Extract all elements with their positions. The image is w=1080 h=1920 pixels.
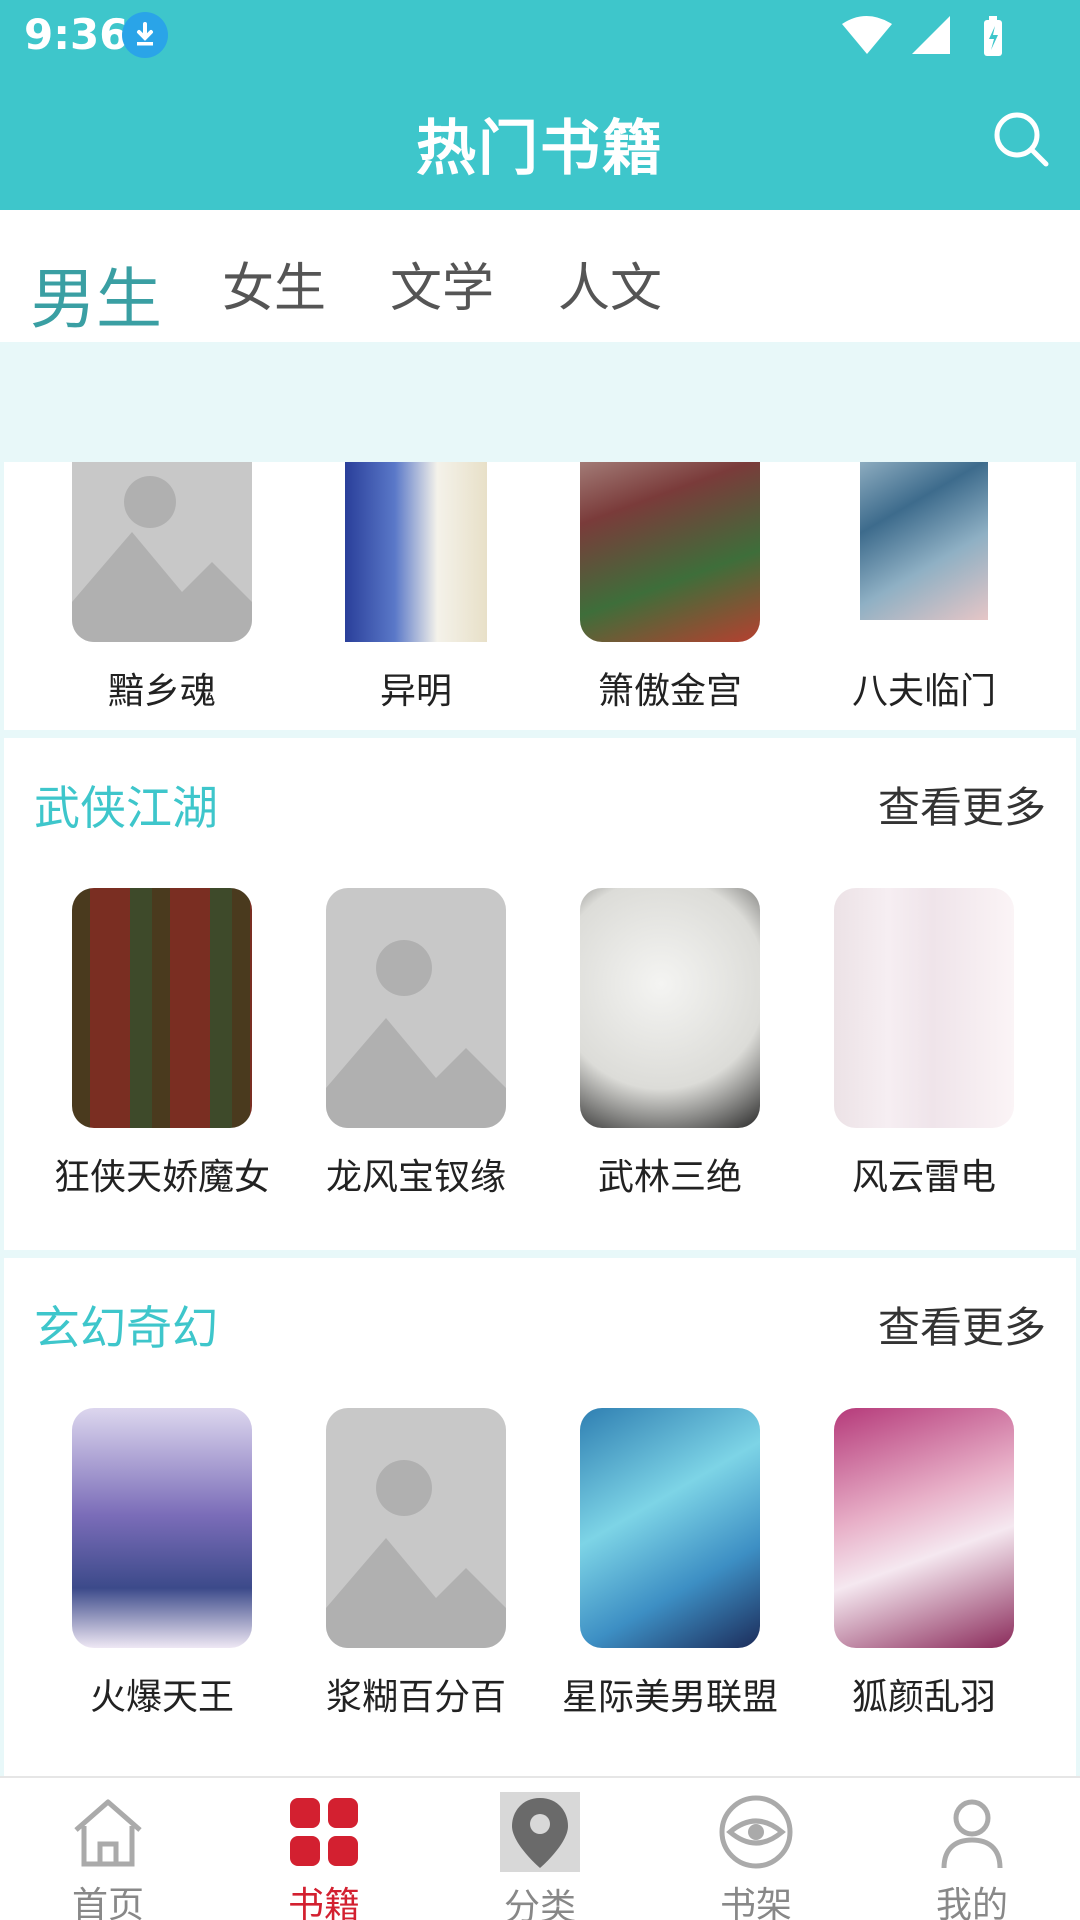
book-cover-placeholder — [72, 462, 252, 642]
nav-profile[interactable]: 我的 — [902, 1792, 1042, 1920]
nav-label: 首页 — [71, 1885, 144, 1920]
user-icon — [941, 1799, 1003, 1869]
book-section-1: 黯乡魂 异明 箫傲金宫 八夫临门 — [4, 462, 1076, 730]
book-item[interactable]: 武林三绝 — [540, 888, 800, 1200]
book-item[interactable]: 狂侠天娇魔女 — [32, 888, 292, 1200]
book-cover — [580, 462, 760, 642]
search-button[interactable] — [990, 108, 1054, 172]
home-icon — [74, 1799, 142, 1867]
bottom-navigation: 首页 书籍 分类 书架 我的 — [0, 1776, 1080, 1920]
book-cover — [834, 888, 1014, 1128]
grid-icon — [290, 1798, 358, 1866]
search-icon — [994, 112, 1049, 167]
nav-label: 我的 — [935, 1885, 1008, 1920]
eye-icon — [719, 1795, 793, 1869]
app-header: 9:36 热门书籍 — [0, 0, 1080, 210]
book-item[interactable]: 风云雷电 — [794, 888, 1054, 1200]
book-title: 武林三绝 — [597, 1157, 742, 1198]
book-item[interactable]: 狐颜乱羽 — [794, 1408, 1054, 1720]
tab-male[interactable]: 男生 — [30, 246, 162, 342]
book-cover — [345, 462, 487, 642]
book-title: 异明 — [379, 671, 452, 712]
book-item[interactable]: 火爆天王 — [32, 1408, 292, 1720]
banner-area — [0, 342, 1080, 462]
book-section-fantasy: 玄幻奇幻 查看更多 火爆天王 浆糊百分百 星际美男联盟 狐颜乱羽 — [4, 1258, 1076, 1776]
book-title: 浆糊百分百 — [325, 1677, 506, 1718]
book-title: 箫傲金宫 — [597, 671, 742, 712]
book-title: 黯乡魂 — [107, 671, 216, 712]
book-item[interactable]: 黯乡魂 — [32, 462, 292, 714]
book-cover — [580, 1408, 760, 1648]
book-cover — [834, 1408, 1014, 1648]
nav-category[interactable]: 分类 — [470, 1792, 610, 1920]
tab-humanities[interactable]: 人文 — [558, 246, 662, 321]
tab-female[interactable]: 女生 — [222, 246, 326, 321]
book-title: 狂侠天娇魔女 — [53, 1157, 270, 1198]
book-cover — [72, 888, 252, 1128]
nav-label: 分类 — [503, 1887, 576, 1920]
status-time: 9:36 — [24, 10, 129, 59]
nav-home[interactable]: 首页 — [38, 1792, 178, 1920]
book-item[interactable]: 异明 — [286, 462, 546, 714]
view-more-link[interactable]: 查看更多 — [878, 1294, 1046, 1355]
book-item[interactable]: 龙风宝钗缘 — [286, 888, 546, 1200]
book-item[interactable]: 浆糊百分百 — [286, 1408, 546, 1720]
page-title: 热门书籍 — [416, 114, 664, 184]
signal-icon — [912, 16, 950, 54]
book-cover — [580, 888, 760, 1128]
status-bar: 9:36 — [0, 0, 1080, 72]
book-title: 星际美男联盟 — [561, 1677, 778, 1718]
download-icon — [122, 12, 168, 58]
book-title: 八夫临门 — [851, 671, 996, 712]
section-title: 武侠江湖 — [34, 781, 218, 835]
book-cover — [860, 462, 988, 620]
status-icons — [842, 16, 1002, 56]
category-tabs: 男生 女生 文学 人文 — [0, 210, 1080, 342]
book-section-wuxia: 武侠江湖 查看更多 狂侠天娇魔女 龙风宝钗缘 武林三绝 风云雷电 — [4, 738, 1076, 1250]
book-title: 风云雷电 — [851, 1157, 996, 1198]
book-cover-placeholder — [326, 888, 506, 1128]
book-title: 龙风宝钗缘 — [325, 1157, 506, 1198]
section-title: 玄幻奇幻 — [34, 1301, 218, 1355]
book-cover — [72, 1408, 252, 1648]
book-title: 狐颜乱羽 — [851, 1677, 996, 1718]
nav-bookshelf[interactable]: 书架 — [686, 1792, 826, 1920]
book-item[interactable]: 八夫临门 — [794, 462, 1054, 714]
book-item[interactable]: 箫傲金宫 — [540, 462, 800, 714]
view-more-link[interactable]: 查看更多 — [878, 774, 1046, 835]
book-title: 火爆天王 — [89, 1677, 234, 1718]
book-item[interactable]: 星际美男联盟 — [540, 1408, 800, 1720]
location-pin-icon — [500, 1792, 580, 1872]
nav-books[interactable]: 书籍 — [254, 1792, 394, 1920]
wifi-icon — [842, 16, 892, 54]
book-cover-placeholder — [326, 1408, 506, 1648]
nav-label: 书架 — [719, 1885, 792, 1920]
tab-literature[interactable]: 文学 — [390, 246, 494, 321]
nav-label: 书籍 — [287, 1885, 360, 1920]
